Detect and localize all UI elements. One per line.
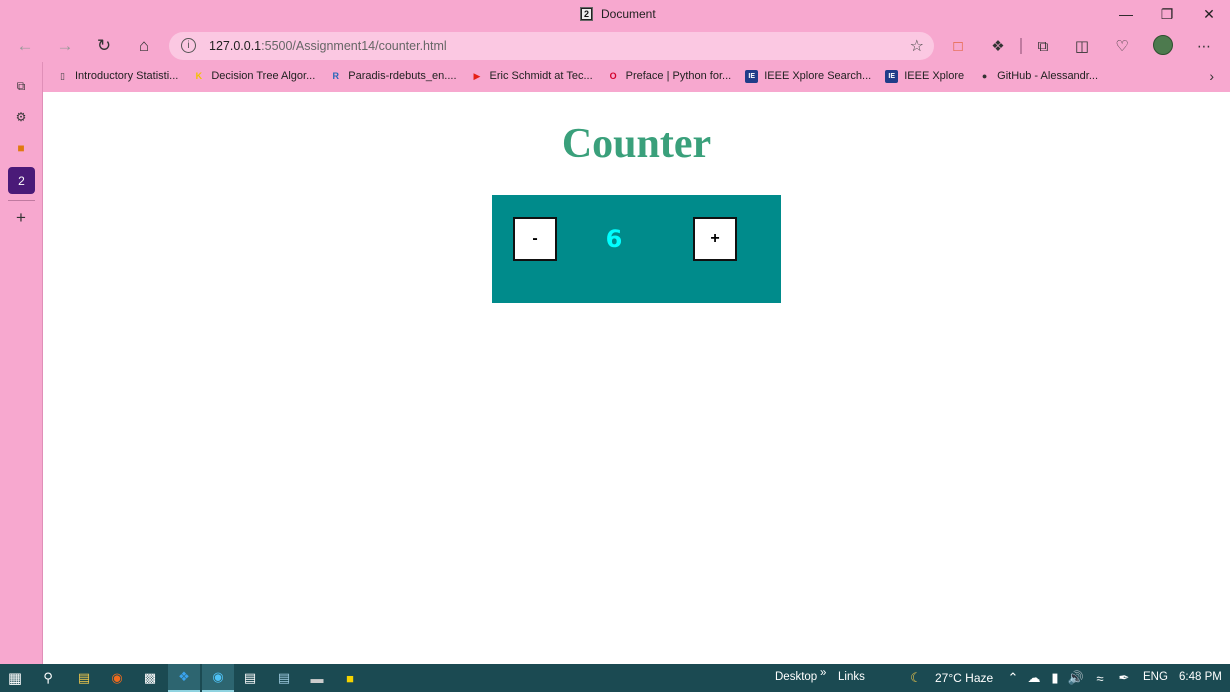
youtube-icon: ▶ (473, 70, 481, 81)
increment-button[interactable]: + (693, 217, 737, 261)
bookmark-item[interactable]: O Preface | Python for... (607, 70, 732, 83)
toolbar-chevron-icon[interactable]: » (820, 667, 826, 679)
bookmark-label: GitHub - Alessandr... (997, 70, 1099, 82)
bookmark-label: IEEE Xplore (904, 70, 965, 82)
gift-icon[interactable]: □ (948, 36, 968, 56)
window-title: 2 Document (580, 7, 656, 21)
search-icon[interactable]: ⚲ (36, 667, 60, 689)
terminal-icon[interactable]: ▩ (138, 667, 162, 689)
tab-settings-icon[interactable]: ⚙ (11, 107, 31, 127)
weather-icon[interactable]: ☾ (904, 667, 928, 689)
bookmarks-overflow-chevron-icon[interactable]: › (1209, 68, 1214, 84)
wifi-icon[interactable]: ≈ (1088, 667, 1112, 689)
edge-icon[interactable]: ◉ (202, 664, 234, 692)
ieee-icon: IE (885, 69, 899, 83)
bookmark-label: Introductory Statisti... (75, 70, 179, 82)
tab-document-icon[interactable]: 2 (8, 167, 35, 194)
bookmarks-bar: ▯ Introductory Statisti... K Decision Tree … (43, 62, 1230, 90)
close-icon[interactable]: ✕ (1188, 0, 1230, 28)
clock[interactable]: 6:48 PM (1179, 671, 1222, 683)
collections-icon[interactable]: ⧉ (1033, 36, 1053, 56)
bookmark-item[interactable]: ● GitHub - Alessandr... (978, 70, 1098, 83)
bookmark-item[interactable]: R Paradis-rdebuts_en.... (329, 70, 457, 83)
bookmark-item[interactable]: K Decision Tree Algor... (192, 70, 316, 83)
pen-icon[interactable]: ✒ (1112, 667, 1136, 689)
vertical-tabs-sidebar: ⧉ ⚙ ■ 2 + (0, 62, 43, 664)
volume-icon[interactable]: 🔊 (1064, 667, 1088, 689)
oreilly-icon: O (609, 71, 617, 81)
restore-icon[interactable]: ❐ (1146, 0, 1188, 28)
desktop-toolbar[interactable]: Desktop (775, 671, 817, 683)
taskbar: ▦ ⚲ ▤ ◉ ▩ ❖ ◉ ▤ ▤ ▬ ■ Desktop » Links ☾ … (0, 664, 1230, 692)
bookmark-item[interactable]: ▯ Introductory Statisti... (56, 70, 178, 83)
language-indicator[interactable]: ENG (1143, 671, 1168, 683)
url-text[interactable]: 127.0.0.1:5500/Assignment14/counter.html (209, 39, 447, 53)
file-explorer-icon[interactable]: ▤ (72, 667, 96, 689)
notepad-icon[interactable]: ▤ (238, 667, 262, 689)
bookmark-item[interactable]: IE IEEE Xplore Search... (745, 69, 872, 83)
bookmark-item[interactable]: ▶ Eric Schmidt at Tec... (471, 70, 593, 83)
forward-icon[interactable]: → (51, 33, 79, 59)
refresh-icon[interactable]: ↻ (90, 33, 118, 59)
title-bar: 2 Document — ❐ ✕ (0, 0, 1230, 30)
bookmark-label: Preface | Python for... (625, 70, 732, 82)
ubuntu-icon[interactable]: ◉ (105, 667, 129, 689)
page-title: Counter (561, 121, 712, 167)
home-icon[interactable]: ⌂ (130, 33, 158, 59)
r-logo-icon: R (332, 71, 340, 81)
weather-text[interactable]: 27°C Haze (935, 671, 993, 685)
github-icon: ● (981, 71, 988, 81)
decrement-button[interactable]: - (513, 217, 557, 261)
window-title-text: Document (601, 7, 656, 21)
add-favorite-icon[interactable]: ☆ (910, 36, 924, 56)
links-toolbar[interactable]: Links (838, 671, 865, 683)
ieee-icon: IE (745, 69, 759, 83)
navigation-bar: ← → ↻ ⌂ i 127.0.0.1:5500/Assignment14/co… (0, 30, 1230, 62)
site-info-icon[interactable]: i (181, 38, 196, 53)
more-menu-icon[interactable]: ⋯ (1194, 36, 1214, 56)
page-icon: ▯ (60, 70, 65, 81)
k-logo-icon: K (195, 71, 203, 81)
vscode-icon[interactable]: ❖ (168, 664, 200, 692)
back-icon[interactable]: ← (11, 33, 39, 59)
profile-avatar[interactable] (1153, 35, 1173, 55)
sticky-notes-icon[interactable]: ■ (338, 667, 362, 689)
counter-value: 6 (605, 225, 623, 253)
screenshot-icon[interactable]: ◫ (1072, 36, 1092, 56)
address-bar[interactable]: i 127.0.0.1:5500/Assignment14/counter.ht… (169, 32, 934, 60)
page-content: Counter - 6 + (43, 92, 1230, 664)
toolbar-divider (1020, 38, 1022, 54)
bookmark-label: Eric Schmidt at Tec... (489, 70, 593, 82)
browser-essentials-icon[interactable]: ♡ (1112, 36, 1132, 56)
bookmark-label: Paradis-rdebuts_en.... (348, 70, 457, 82)
tab-profile-icon[interactable]: ■ (11, 138, 31, 158)
sidebar-divider (8, 200, 35, 201)
start-icon[interactable]: ▦ (3, 667, 27, 689)
counter-panel: - 6 + (492, 195, 781, 303)
bookmark-label: IEEE Xplore Search... (764, 70, 872, 82)
extensions-icon[interactable]: ❖ (988, 36, 1008, 56)
app-window-icon[interactable]: ▬ (305, 667, 329, 689)
tab-actions-icon[interactable]: ⧉ (11, 76, 31, 96)
minimize-icon[interactable]: — (1105, 0, 1147, 28)
bookmark-item[interactable]: IE IEEE Xplore (885, 69, 965, 83)
new-tab-icon[interactable]: + (11, 208, 31, 228)
notes-icon[interactable]: ▤ (272, 667, 296, 689)
bookmark-label: Decision Tree Algor... (211, 70, 316, 82)
tab-favicon-icon: 2 (580, 7, 593, 21)
